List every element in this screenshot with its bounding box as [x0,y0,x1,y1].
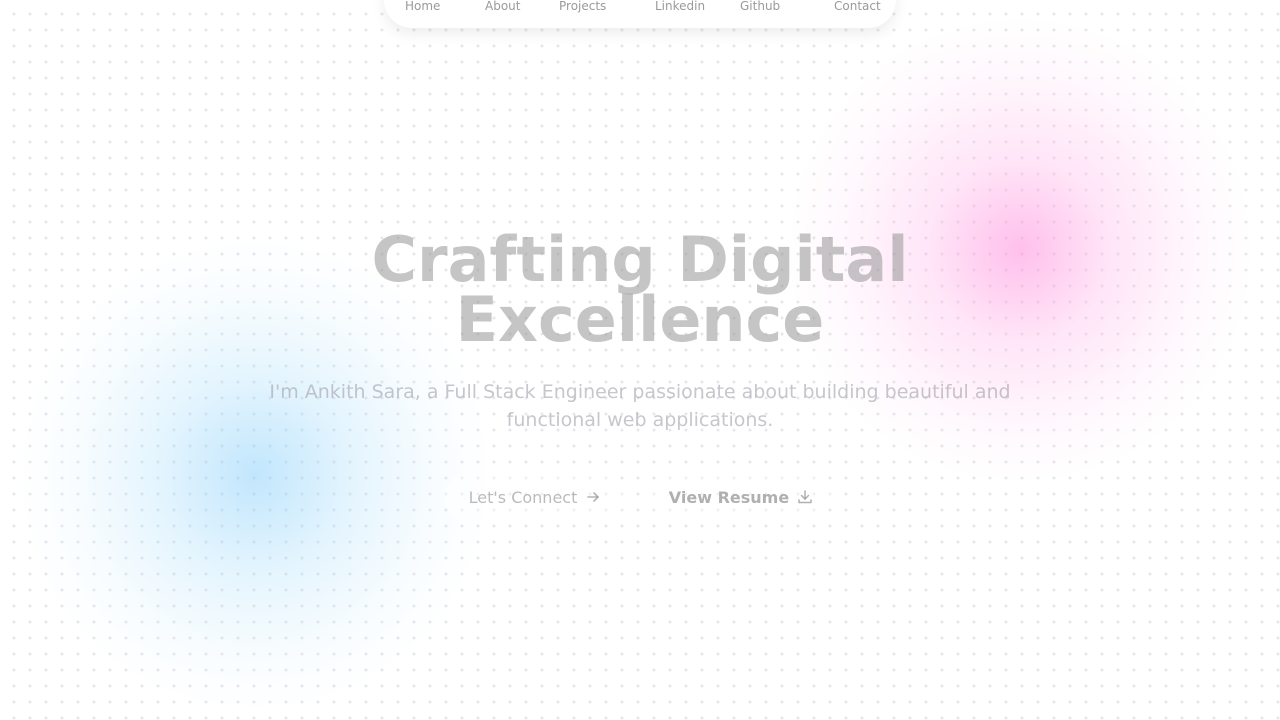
download-icon [797,489,813,505]
view-resume-button[interactable]: View Resume [650,474,832,520]
lets-connect-button[interactable]: Let's Connect [444,474,626,520]
page: Home About Projects Linkedin Github Cont… [0,0,1280,720]
arrow-right-icon [585,489,601,505]
lets-connect-label: Let's Connect [468,487,578,507]
hero-title-line-2: Excellence [455,283,825,356]
hero-section: Crafting Digital Excellence I'm Ankith S… [0,0,1280,720]
hero-title: Crafting Digital Excellence [340,229,940,351]
hero-subtitle: I'm Ankith Sara, a Full Stack Engineer p… [269,381,1011,431]
view-resume-label: View Resume [668,487,790,507]
